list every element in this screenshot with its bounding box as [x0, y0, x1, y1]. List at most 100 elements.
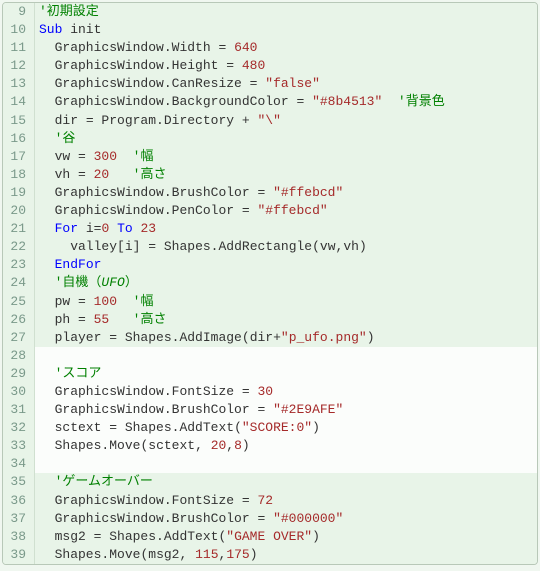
code-line[interactable]: 27 player = Shapes.AddImage(dir+"p_ufo.p…	[3, 329, 537, 347]
code-line[interactable]: 9'初期設定	[3, 3, 537, 21]
code-line[interactable]: 14 GraphicsWindow.BackgroundColor = "#8b…	[3, 93, 537, 111]
code-line[interactable]: 22 valley[i] = Shapes.AddRectangle(vw,vh…	[3, 238, 537, 256]
code-line[interactable]: 23 EndFor	[3, 256, 537, 274]
code-content[interactable]	[35, 455, 537, 473]
token-op	[39, 366, 55, 381]
token-obj: GraphicsWindow	[39, 203, 164, 218]
code-line[interactable]: 12 GraphicsWindow.Height = 480	[3, 57, 537, 75]
code-content[interactable]: GraphicsWindow.BrushColor = "#000000"	[35, 510, 537, 528]
code-line[interactable]: 34	[3, 455, 537, 473]
code-line[interactable]: 25 pw = 100 '幅	[3, 293, 537, 311]
code-content[interactable]: For i=0 To 23	[35, 220, 537, 238]
token-ident: FontSize	[172, 384, 234, 399]
code-line[interactable]: 35 'ゲームオーバー	[3, 473, 537, 491]
token-obj: GraphicsWindow	[39, 40, 164, 55]
code-line[interactable]: 37 GraphicsWindow.BrushColor = "#000000"	[3, 510, 537, 528]
code-line[interactable]: 15 dir = Program.Directory + "\"	[3, 112, 537, 130]
token-obj: GraphicsWindow	[39, 493, 164, 508]
token-op: (	[234, 420, 242, 435]
code-line[interactable]: 30 GraphicsWindow.FontSize = 30	[3, 383, 537, 401]
code-content[interactable]: Sub init	[35, 21, 537, 39]
code-line[interactable]: 28	[3, 347, 537, 365]
code-line[interactable]: 11 GraphicsWindow.Width = 640	[3, 39, 537, 57]
token-op	[39, 131, 55, 146]
token-ident: FontSize	[172, 493, 234, 508]
code-content[interactable]: msg2 = Shapes.AddText("GAME OVER")	[35, 528, 537, 546]
token-ident: Move	[109, 438, 140, 453]
code-line[interactable]: 13 GraphicsWindow.CanResize = "false"	[3, 75, 537, 93]
code-content[interactable]: 'ゲームオーバー	[35, 473, 537, 491]
token-comment: ）	[125, 275, 138, 290]
token-op	[39, 456, 47, 471]
code-content[interactable]: GraphicsWindow.FontSize = 72	[35, 492, 537, 510]
code-line[interactable]: 33 Shapes.Move(sctext, 20,8)	[3, 437, 537, 455]
code-content[interactable]: GraphicsWindow.CanResize = "false"	[35, 75, 537, 93]
code-line[interactable]: 16 '谷	[3, 130, 537, 148]
code-editor[interactable]: 9'初期設定10Sub init11 GraphicsWindow.Width …	[2, 2, 538, 565]
token-ident: AddText	[179, 420, 234, 435]
token-comment: '谷	[55, 131, 76, 146]
code-content[interactable]: dir = Program.Directory + "\"	[35, 112, 537, 130]
token-ident: CanResize	[172, 76, 242, 91]
code-content[interactable]: valley[i] = Shapes.AddRectangle(vw,vh)	[35, 238, 537, 256]
code-content[interactable]: EndFor	[35, 256, 537, 274]
code-content[interactable]: player = Shapes.AddImage(dir+"p_ufo.png"…	[35, 329, 537, 347]
code-line[interactable]: 18 vh = 20 '高さ	[3, 166, 537, 184]
token-number: 30	[257, 384, 273, 399]
code-line[interactable]: 21 For i=0 To 23	[3, 220, 537, 238]
token-keyword: EndFor	[55, 257, 102, 272]
line-number: 12	[3, 57, 35, 75]
token-op	[39, 275, 55, 290]
line-number: 18	[3, 166, 35, 184]
code-content[interactable]: sctext = Shapes.AddText("SCORE:0")	[35, 419, 537, 437]
token-ident: PenColor	[172, 203, 234, 218]
code-content[interactable]: '初期設定	[35, 3, 537, 21]
code-content[interactable]: GraphicsWindow.Width = 640	[35, 39, 537, 57]
code-line[interactable]: 17 vw = 300 '幅	[3, 148, 537, 166]
code-content[interactable]: GraphicsWindow.Height = 480	[35, 57, 537, 75]
code-line[interactable]: 38 msg2 = Shapes.AddText("GAME OVER")	[3, 528, 537, 546]
token-op: ,	[195, 438, 211, 453]
code-content[interactable]	[35, 347, 537, 365]
code-content[interactable]: GraphicsWindow.BrushColor = "#ffebcd"	[35, 184, 537, 202]
code-line[interactable]: 20 GraphicsWindow.PenColor = "#ffebcd"	[3, 202, 537, 220]
token-op: .	[156, 113, 164, 128]
token-op: .	[164, 203, 172, 218]
line-number: 27	[3, 329, 35, 347]
token-string: "SCORE:0"	[242, 420, 312, 435]
code-content[interactable]: GraphicsWindow.BackgroundColor = "#8b451…	[35, 93, 537, 111]
token-comment: '幅	[133, 149, 154, 164]
token-obj: Shapes	[125, 420, 172, 435]
code-content[interactable]: 'スコア	[35, 365, 537, 383]
code-line[interactable]: 36 GraphicsWindow.FontSize = 72	[3, 492, 537, 510]
code-content[interactable]: GraphicsWindow.BrushColor = "#2E9AFE"	[35, 401, 537, 419]
code-content[interactable]: Shapes.Move(sctext, 20,8)	[35, 437, 537, 455]
code-content[interactable]: vh = 20 '高さ	[35, 166, 537, 184]
code-content[interactable]: ph = 55 '高さ	[35, 311, 537, 329]
code-content[interactable]: '自機（UFO）	[35, 274, 537, 292]
code-line[interactable]: 39 Shapes.Move(msg2, 115,175)	[3, 546, 537, 564]
token-op	[117, 294, 133, 309]
code-line[interactable]: 32 sctext = Shapes.AddText("SCORE:0")	[3, 419, 537, 437]
line-number: 35	[3, 473, 35, 491]
code-line[interactable]: 10Sub init	[3, 21, 537, 39]
token-string: "#8b4513"	[312, 94, 382, 109]
token-comment-it: UFO	[101, 275, 124, 290]
code-line[interactable]: 26 ph = 55 '高さ	[3, 311, 537, 329]
code-content[interactable]: pw = 100 '幅	[35, 293, 537, 311]
code-line[interactable]: 19 GraphicsWindow.BrushColor = "#ffebcd"	[3, 184, 537, 202]
code-line[interactable]: 24 '自機（UFO）	[3, 274, 537, 292]
token-obj: Shapes	[109, 529, 156, 544]
code-content[interactable]: GraphicsWindow.FontSize = 30	[35, 383, 537, 401]
token-obj: Shapes	[125, 330, 172, 345]
token-string: "#ffebcd"	[257, 203, 327, 218]
code-content[interactable]: GraphicsWindow.PenColor = "#ffebcd"	[35, 202, 537, 220]
code-content[interactable]: Shapes.Move(msg2, 115,175)	[35, 546, 537, 564]
code-line[interactable]: 29 'スコア	[3, 365, 537, 383]
code-content[interactable]: '谷	[35, 130, 537, 148]
token-op: =	[86, 529, 109, 544]
line-number: 29	[3, 365, 35, 383]
code-line[interactable]: 31 GraphicsWindow.BrushColor = "#2E9AFE"	[3, 401, 537, 419]
token-obj: GraphicsWindow	[39, 76, 164, 91]
code-content[interactable]: vw = 300 '幅	[35, 148, 537, 166]
